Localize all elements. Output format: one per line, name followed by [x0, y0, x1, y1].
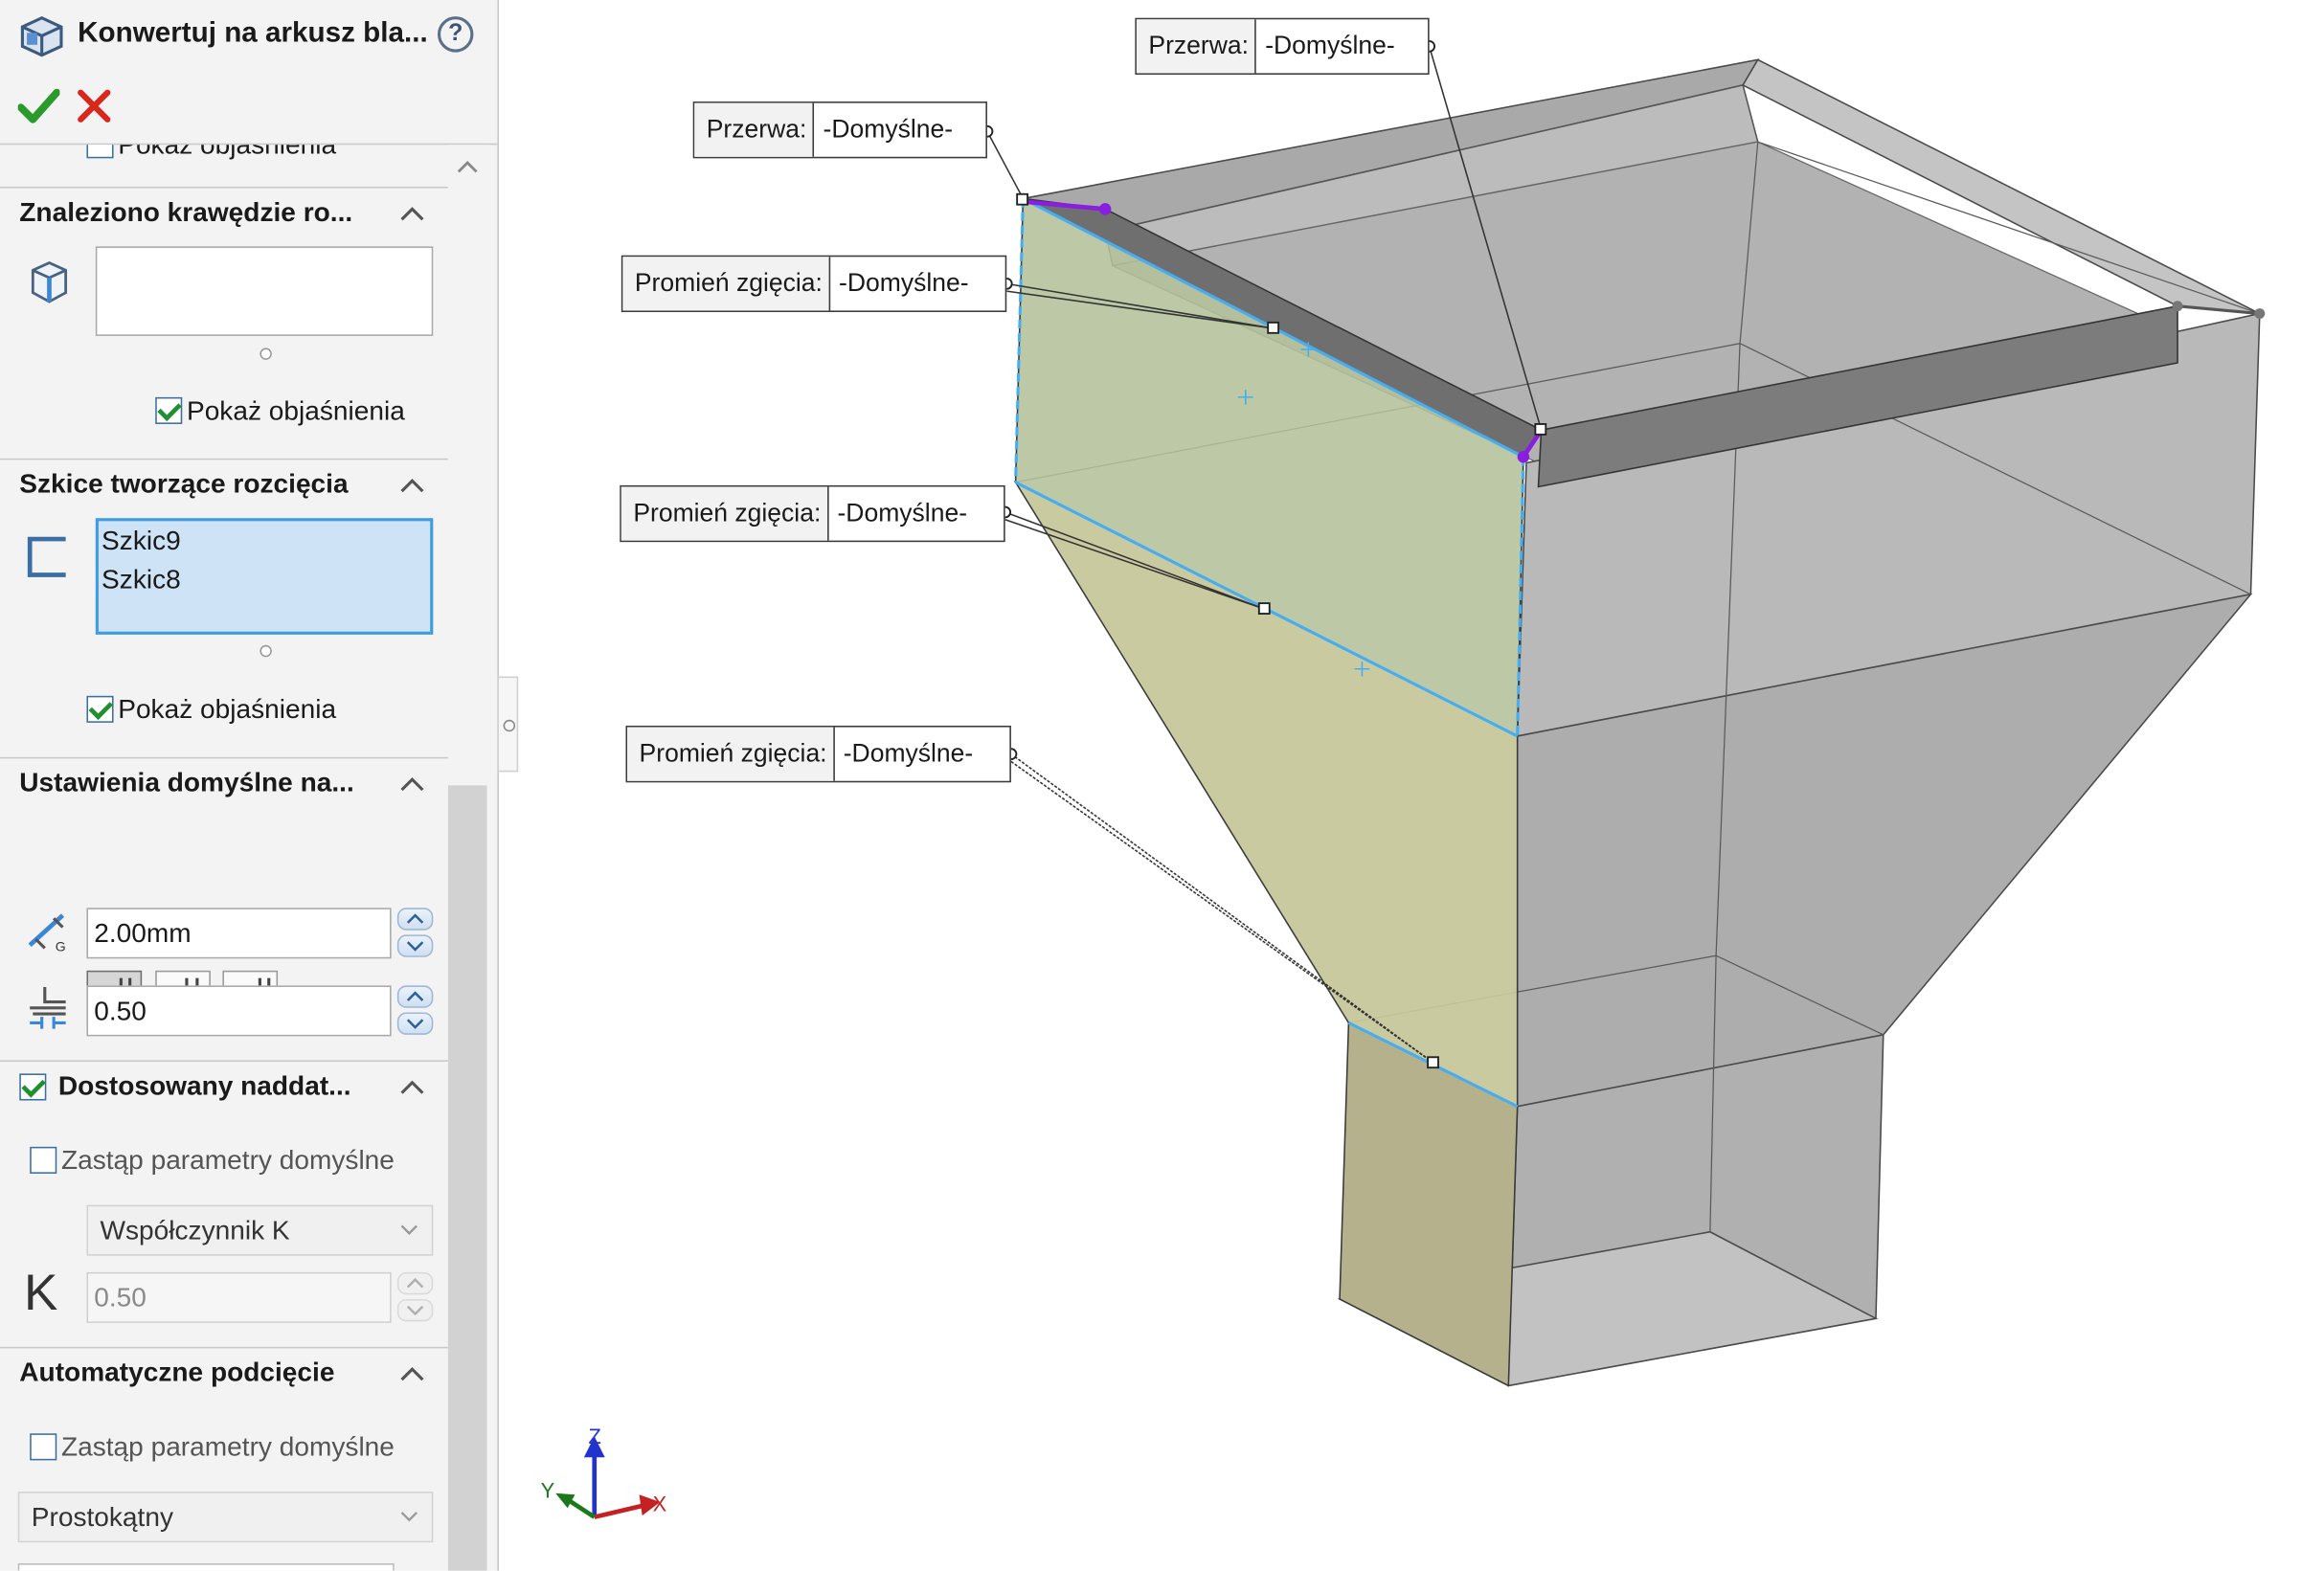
section-rip-sketches[interactable]: Szkice tworzące rozcięcia [0, 458, 448, 514]
callout-label: Przerwa: [1136, 19, 1256, 74]
rip-sketches-listbox[interactable]: Szkic9 Szkic8 [95, 518, 434, 635]
gap-callout-left[interactable]: Przerwa: -Domyślne- [692, 101, 987, 159]
arrow-up-icon [406, 913, 424, 924]
callout-value[interactable]: -Domyślne- [828, 486, 1004, 540]
k-spin-down[interactable] [396, 1298, 434, 1322]
relief-type-select[interactable]: Prostokątny [17, 1492, 434, 1543]
svg-text:G: G [56, 939, 66, 954]
section-title: Znaleziono krawędzie ro... [19, 196, 353, 228]
edges-show-callouts[interactable]: Pokaż objaśnienia [155, 393, 405, 428]
arrow-down-icon [406, 1305, 424, 1316]
chevron-up-icon[interactable] [398, 1077, 425, 1098]
list-item[interactable]: Szkic8 [99, 560, 430, 599]
sketches-show-callouts[interactable]: Pokaż objaśnienia [86, 691, 336, 727]
show-callouts-partial[interactable]: Pokaż objaśnienia [86, 145, 336, 163]
graphics-viewport[interactable]: Z X Y Przerwa: -Domyślne- Przerwa: -Domy… [499, 0, 2324, 1571]
panel-titlebar: Konwertuj na arkusz bla... ? [0, 0, 498, 146]
bend-radius-callout-2[interactable]: Promień zgięcia: -Domyślne- [620, 484, 1005, 543]
callout-value[interactable]: -Domyślne- [1256, 19, 1428, 73]
callout-value[interactable]: -Domyślne- [834, 728, 1009, 781]
callout-label: Przerwa: [694, 102, 815, 157]
arrow-up-icon [406, 1277, 424, 1289]
section-title: Automatyczne podcięcie [19, 1357, 335, 1387]
custom-allowance-checkbox[interactable] [19, 1073, 47, 1101]
overlap-ratio-icon [30, 986, 66, 1029]
gap-distance-icon: G [28, 913, 66, 954]
gap-spin-up[interactable] [396, 908, 434, 931]
section-title: Ustawienia domyślne na... [19, 767, 354, 797]
cancel-x-icon[interactable] [75, 86, 114, 125]
bend-radius-callout-3[interactable]: Promień zgięcia: -Domyślne- [625, 726, 1011, 783]
callout-label: Promień zgięcia: [620, 486, 829, 541]
allowance-override-label: Zastąp parametry domyślne [60, 1144, 395, 1175]
allowance-override-checkbox[interactable] [30, 1146, 57, 1174]
callout-label: Promień zgięcia: [622, 257, 830, 311]
ok-check-icon[interactable] [17, 86, 60, 125]
section-auto-relief[interactable]: Automatyczne podcięcie [0, 1346, 448, 1403]
rip-edges-listbox[interactable] [95, 246, 434, 336]
chevron-down-icon [400, 1512, 417, 1522]
k-spin-up[interactable] [396, 1271, 434, 1295]
triad-x-label: X [653, 1492, 667, 1515]
arrow-up-icon [406, 991, 424, 1001]
relief-override-checkbox[interactable] [30, 1433, 57, 1461]
chevron-up-icon[interactable] [398, 774, 425, 795]
help-icon[interactable]: ? [437, 16, 474, 53]
section-custom-bend-allowance[interactable]: Dostosowany naddat... [0, 1060, 448, 1115]
allowance-type-select[interactable]: Współczynnik K [86, 1204, 434, 1256]
listbox-resize-handle[interactable] [259, 644, 272, 658]
show-callouts-partial-checkbox[interactable] [86, 145, 114, 159]
next-field-partial[interactable] [17, 1563, 395, 1571]
show-callouts-partial-label: Pokaż objaśnienia [118, 145, 336, 160]
relief-override-row[interactable]: Zastąp parametry domyślne [30, 1429, 395, 1465]
chevron-up-icon[interactable] [398, 1363, 425, 1384]
callout-value[interactable]: -Domyślne- [830, 257, 1005, 310]
chevron-down-icon [400, 1224, 417, 1235]
allowance-type-value: Współczynnik K [100, 1215, 290, 1246]
relief-override-label: Zastąp parametry domyślne [60, 1430, 395, 1462]
property-manager-panel: Konwertuj na arkusz bla... ? Pokaż objaś… [0, 0, 499, 1571]
scrollbar-thumb[interactable] [447, 785, 487, 1571]
callout-label: Promień zgięcia: [627, 727, 835, 781]
bend-radius-callout-1[interactable]: Promień zgięcia: -Domyślne- [620, 255, 1007, 312]
relief-type-value: Prostokątny [31, 1502, 173, 1533]
gap-callout-top[interactable]: Przerwa: -Domyślne- [1135, 17, 1430, 75]
triad-y-label: Y [541, 1478, 555, 1502]
allowance-override-row[interactable]: Zastąp parametry domyślne [30, 1142, 395, 1178]
panel-title: Konwertuj na arkusz bla... [78, 17, 428, 50]
ratio-spin-down[interactable] [396, 1012, 434, 1035]
gap-distance-input[interactable]: 2.00mm [86, 908, 392, 959]
section-found-rip-edges[interactable]: Znaleziono krawędzie ro... [0, 186, 448, 242]
section-default-gap-settings[interactable]: Ustawienia domyślne na... [0, 756, 448, 813]
sketch-icon [27, 536, 66, 577]
list-item[interactable]: Szkic9 [99, 521, 430, 560]
panel-scroll-area: Pokaż objaśnienia Znaleziono krawędzie r… [0, 145, 448, 1571]
sketches-show-callouts-label: Pokaż objaśnienia [118, 693, 337, 724]
k-factor-input[interactable]: 0.50 [86, 1271, 392, 1323]
overlap-ratio-input[interactable]: 0.50 [86, 985, 392, 1037]
triad-z-label: Z [589, 1425, 601, 1448]
edges-show-callouts-checkbox[interactable] [155, 396, 183, 424]
ratio-spin-up[interactable] [396, 985, 434, 1008]
section-title: Dostosowany naddat... [57, 1070, 351, 1101]
chevron-up-icon[interactable] [398, 203, 425, 224]
edges-show-callouts-label: Pokaż objaśnienia [186, 394, 405, 425]
callout-value[interactable]: -Domyślne- [814, 103, 985, 157]
model-hopper-svg[interactable]: Z X Y [499, 0, 2324, 1571]
scroll-up-icon[interactable] [456, 157, 480, 175]
chevron-up-icon[interactable] [398, 475, 425, 496]
k-factor-icon: K [23, 1265, 58, 1322]
listbox-resize-handle[interactable] [259, 348, 272, 360]
edge-selection-icon [31, 260, 68, 303]
convert-sheet-metal-icon [20, 15, 63, 57]
gap-spin-down[interactable] [396, 934, 434, 957]
arrow-down-icon [406, 941, 424, 952]
section-title: Szkice tworzące rozcięcia [19, 468, 349, 499]
arrow-down-icon [406, 1019, 424, 1029]
coordinate-triad: Z X Y [541, 1425, 667, 1519]
sketches-show-callouts-checkbox[interactable] [86, 695, 114, 723]
